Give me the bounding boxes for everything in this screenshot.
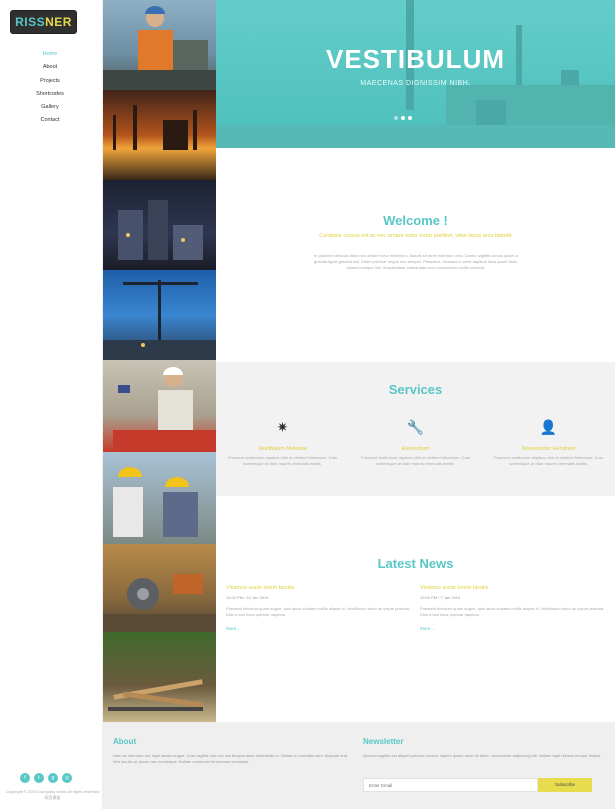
news-item-title[interactable]: Vivamus aucte lorem Iaculis xyxy=(420,585,605,591)
hero-slider[interactable]: VESTIBULUM MAECENAS DIGNISSIM NIBH. xyxy=(216,0,615,148)
service-title[interactable]: Nonsectetur Hendrerit xyxy=(482,446,615,452)
news-item-date: 12:00 PM / 10 Jan 2014 xyxy=(226,595,269,600)
service-text: Praesent vestibulum dapibus nibh ut elei… xyxy=(228,455,337,466)
services-section: Services ✷ Vestibulum Molestie Praesent … xyxy=(216,362,615,496)
welcome-title: Welcome ! xyxy=(383,213,448,228)
service-text: Praesent vestibulum dapibus nibh ut elei… xyxy=(494,455,603,466)
welcome-text: In placerat vehicula diam nec ornare tor… xyxy=(314,253,518,270)
news-item-title[interactable]: Vivamus aucte lorem Iaculis xyxy=(226,585,411,591)
footer-newsletter: Newsletter Aenean sagittis est aliquet p… xyxy=(363,737,603,759)
google-plus-icon[interactable]: g xyxy=(48,773,58,783)
workers-illustration xyxy=(113,467,198,537)
photo-worker-rope[interactable] xyxy=(103,360,216,452)
news-item-text: Praesent tincidunt quam augue, quis lacu… xyxy=(420,606,605,617)
slider-dots xyxy=(394,116,412,120)
logo-part-2: NER xyxy=(45,15,72,29)
gear-icon: ✷ xyxy=(276,419,289,435)
news-title: Latest News xyxy=(377,556,454,571)
photo-strip xyxy=(103,0,216,722)
facebook-icon[interactable]: f xyxy=(20,773,30,783)
photo-lumber[interactable] xyxy=(103,632,216,722)
welcome-subtitle: Curabitur cursus est ac nec ornare torto… xyxy=(319,233,513,239)
photo-plant-dusk[interactable] xyxy=(103,180,216,270)
nav-item-contact[interactable]: Contact xyxy=(0,114,100,127)
welcome-section: Welcome ! Curabitur cursus est ac nec or… xyxy=(216,148,615,362)
news-item-date: 12:00 PM / 7 Jan 2014 xyxy=(420,595,461,600)
logo-part-1: RISS xyxy=(15,15,46,29)
social-links: f t g ◎ xyxy=(20,773,72,783)
user-icon: 👤 xyxy=(539,419,558,435)
nav-item-about[interactable]: About xyxy=(0,61,100,74)
slider-dot-2[interactable] xyxy=(401,116,405,120)
footer-about: About Nam ac interdum dui, eget iaculis … xyxy=(113,737,353,765)
tools-illustration xyxy=(103,574,216,632)
hero-subtitle: MAECENAS DIGNISSIM NIBH. xyxy=(360,80,471,87)
twitter-icon[interactable]: t xyxy=(34,773,44,783)
nav-item-projects[interactable]: Projects xyxy=(0,75,100,88)
main-nav: Home About Projects Shortcodes Gallery C… xyxy=(0,48,100,128)
news-more-link[interactable]: More... xyxy=(226,626,411,631)
photo-crane-sky[interactable] xyxy=(103,270,216,360)
slider-dot-1[interactable] xyxy=(394,116,398,120)
wrench-icon: 🔧 xyxy=(406,419,425,435)
newsletter-form: Subscribe xyxy=(363,778,592,792)
plant-illustration xyxy=(118,200,203,260)
services-title: Services xyxy=(388,382,443,397)
service-item: 🔧 Elementum Praesent vestibulum dapibus … xyxy=(349,418,482,467)
footer-about-title: About xyxy=(113,737,137,746)
photo-worker-helmet[interactable] xyxy=(103,0,216,90)
photo-tools[interactable] xyxy=(103,544,216,632)
sidebar: RISS NER Home About Projects Shortcodes G… xyxy=(0,0,103,809)
nav-item-gallery[interactable]: Gallery xyxy=(0,101,100,114)
photo-refinery-night[interactable] xyxy=(103,90,216,180)
footer-newsletter-text: Aenean sagittis est aliquet pulvinar cur… xyxy=(363,753,602,758)
news-section: Latest News Vivamus aucte lorem Iaculis … xyxy=(216,496,615,722)
service-title[interactable]: Elementum xyxy=(349,446,482,452)
service-title[interactable]: Vestibulum Molestie xyxy=(216,446,349,452)
subscribe-button[interactable]: Subscribe xyxy=(538,778,592,792)
footer-newsletter-title: Newsletter xyxy=(363,737,404,746)
news-item: Vivamus aucte lorem Iaculis 12:00 PM / 1… xyxy=(226,585,411,631)
refinery-illustration xyxy=(113,105,197,150)
email-input[interactable] xyxy=(363,778,538,792)
photo-workers-yellow-hats[interactable] xyxy=(103,452,216,544)
worker-rope-illustration xyxy=(113,367,216,452)
news-more-link[interactable]: More... xyxy=(420,626,605,631)
crane-illustration xyxy=(103,280,216,360)
news-item-text: Praesent tincidunt quam augue, quis lacu… xyxy=(226,606,411,617)
footer: About Nam ac interdum dui, eget iaculis … xyxy=(103,722,615,809)
service-text: Praesent vestibulum dapibus nibh ut elei… xyxy=(361,455,470,466)
instagram-icon[interactable]: ◎ xyxy=(62,773,72,783)
service-item: 👤 Nonsectetur Hendrerit Praesent vestibu… xyxy=(482,418,615,467)
copyright: Copyright © 2015 Company name All rights… xyxy=(5,789,100,800)
hero-title: VESTIBULUM xyxy=(326,44,505,74)
worker-illustration xyxy=(103,6,216,90)
logo[interactable]: RISS NER xyxy=(10,10,77,34)
nav-item-home[interactable]: Home xyxy=(0,48,100,61)
news-item: Vivamus aucte lorem Iaculis 12:00 PM / 7… xyxy=(420,585,605,631)
lumber-illustration xyxy=(108,679,203,711)
footer-about-text: Nam ac interdum dui, eget iaculis augue.… xyxy=(113,753,348,764)
slider-dot-3[interactable] xyxy=(408,116,412,120)
service-item: ✷ Vestibulum Molestie Praesent vestibulu… xyxy=(216,418,349,467)
nav-item-shortcodes[interactable]: Shortcodes xyxy=(0,88,100,101)
